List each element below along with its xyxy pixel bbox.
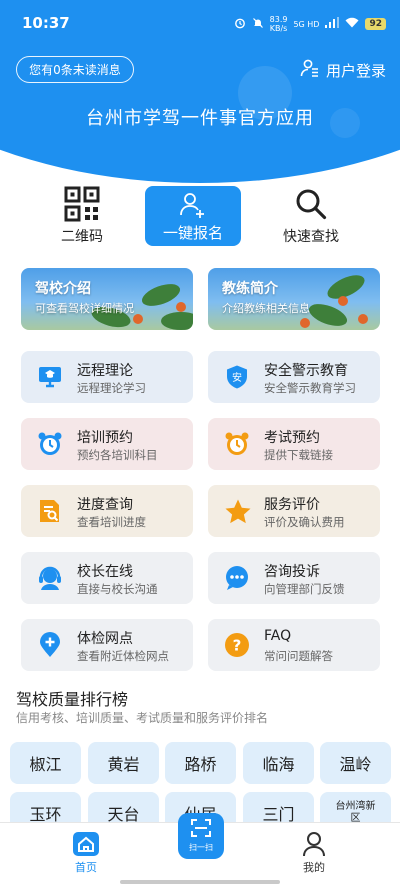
- banner-decoration: [338, 296, 348, 306]
- banner-decoration: [176, 302, 186, 312]
- coach-intro-banner[interactable]: 教练简介 介绍教练相关信息: [208, 268, 380, 330]
- banner-decoration: [161, 312, 193, 330]
- star-icon: [224, 498, 251, 524]
- search-icon: [261, 186, 361, 222]
- unread-messages-button[interactable]: 您有0条未读消息: [16, 56, 134, 83]
- card-subtitle: 直接与校长沟通: [77, 582, 158, 596]
- signal-label: 5G HD: [293, 19, 320, 29]
- card-subtitle: 远程理论学习: [77, 381, 146, 395]
- document-search-icon: [37, 498, 63, 524]
- question-badge: ?: [233, 637, 242, 655]
- home-indicator: [120, 880, 280, 884]
- qr-code-icon: [32, 186, 132, 222]
- banner-decoration: [133, 314, 143, 324]
- quick-search-label: 快速查找: [283, 229, 339, 245]
- user-login-icon: [300, 58, 320, 82]
- signal-icon: [325, 17, 340, 31]
- exam-booking-card[interactable]: 考试预约 提供下载链接: [208, 418, 380, 470]
- principal-online-card[interactable]: 校长在线 直接与校长沟通: [21, 552, 193, 604]
- complaint-card[interactable]: 咨询投诉 向管理部门反馈: [208, 552, 380, 604]
- bottom-nav: 首页 扫一扫 我的: [0, 813, 400, 889]
- ranking-title: 驾校质量排行榜: [16, 690, 129, 709]
- card-title: 进度查询: [77, 497, 133, 513]
- shield-badge: 安: [232, 371, 242, 384]
- add-user-icon: [145, 190, 241, 220]
- tab-me[interactable]: 我的: [274, 831, 354, 875]
- card-title: 远程理论: [77, 363, 133, 379]
- remote-theory-card[interactable]: 远程理论 远程理论学习: [21, 351, 193, 403]
- alarm-clock-icon: [224, 431, 250, 457]
- hero-header: 您有0条未读消息 用户登录 台州市学驾一件事官方应用: [0, 48, 400, 183]
- location-plus-icon: [37, 632, 63, 658]
- alarm-clock-icon: [37, 431, 63, 457]
- banner-decoration: [358, 314, 368, 324]
- user-icon: [274, 831, 354, 857]
- tab-me-label: 我的: [303, 861, 325, 874]
- scan-icon: [191, 819, 211, 841]
- card-title: 咨询投诉: [264, 564, 320, 580]
- region-button[interactable]: 温岭: [320, 742, 391, 784]
- home-icon: [46, 831, 126, 857]
- card-subtitle: 评价及确认费用: [264, 515, 345, 529]
- app-title: 台州市学驾一件事官方应用: [86, 108, 314, 129]
- quick-search-button[interactable]: 快速查找: [261, 186, 361, 250]
- card-title: FAQ: [264, 628, 292, 644]
- user-login-button[interactable]: 用户登录: [300, 58, 386, 82]
- qr-code-button[interactable]: 二维码: [32, 186, 132, 250]
- net-speed-unit: KB/s: [269, 24, 288, 33]
- chat-icon: [224, 565, 250, 591]
- quick-register-label: 一键报名: [162, 224, 223, 242]
- region-button[interactable]: 临海: [243, 742, 314, 784]
- training-booking-card[interactable]: 培训预约 预约各培训科目: [21, 418, 193, 470]
- mute-icon: [252, 17, 264, 32]
- medical-check-card[interactable]: 体检网点 查看附近体检网点: [21, 619, 193, 671]
- ranking-subtitle: 信用考核、培训质量、考试质量和服务评价排名: [16, 711, 269, 725]
- card-subtitle: 向管理部门反馈: [264, 582, 345, 596]
- card-subtitle: 提供下载链接: [264, 448, 333, 462]
- card-subtitle: 安全警示教育学习: [264, 381, 356, 395]
- net-speed: 83.9 KB/s: [270, 15, 288, 33]
- card-subtitle: 常问问题解答: [264, 649, 333, 663]
- progress-query-card[interactable]: 进度查询 查看培训进度: [21, 485, 193, 537]
- faq-card[interactable]: ? FAQ 常问问题解答: [208, 619, 380, 671]
- banner-subtitle: 可查看驾校详细情况: [35, 302, 134, 315]
- monitor-icon: [37, 364, 63, 390]
- scan-label: 扫一扫: [189, 843, 213, 852]
- region-button[interactable]: 椒江: [10, 742, 81, 784]
- banner-decoration: [300, 318, 310, 328]
- status-time: 10:37: [22, 14, 70, 32]
- card-subtitle: 预约各培训科目: [77, 448, 158, 462]
- card-title: 培训预约: [77, 430, 133, 446]
- card-subtitle: 查看培训进度: [77, 515, 146, 529]
- status-bar: 10:37 83.9 KB/s 5G HD 92: [0, 0, 400, 48]
- tab-home-label: 首页: [75, 861, 97, 874]
- banner-title: 驾校介绍: [35, 281, 91, 297]
- banner-title: 教练简介: [222, 281, 278, 297]
- safety-education-card[interactable]: 安 安全警示教育 安全警示教育学习: [208, 351, 380, 403]
- status-icons: 83.9 KB/s 5G HD 92: [234, 15, 386, 33]
- card-title: 安全警示教育: [264, 363, 348, 379]
- quick-register-button[interactable]: 一键报名: [145, 186, 241, 246]
- school-intro-banner[interactable]: 驾校介绍 可查看驾校详细情况: [21, 268, 193, 330]
- card-title: 校长在线: [77, 564, 133, 580]
- question-icon: ?: [224, 632, 250, 658]
- card-title: 考试预约: [264, 430, 320, 446]
- region-button[interactable]: 路桥: [165, 742, 236, 784]
- banner-subtitle: 介绍教练相关信息: [222, 302, 310, 315]
- card-title: 体检网点: [77, 631, 133, 647]
- headset-icon: [37, 565, 63, 591]
- service-rating-card[interactable]: 服务评价 评价及确认费用: [208, 485, 380, 537]
- net-speed-value: 83.9: [269, 15, 288, 24]
- card-title: 服务评价: [264, 497, 320, 513]
- alarm-icon: [234, 17, 246, 32]
- card-subtitle: 查看附近体检网点: [77, 649, 169, 663]
- shield-icon: 安: [224, 364, 250, 390]
- scan-button[interactable]: 扫一扫: [178, 813, 224, 859]
- tab-home[interactable]: 首页: [46, 831, 126, 875]
- region-button[interactable]: 黄岩: [88, 742, 159, 784]
- wifi-icon: [345, 17, 359, 31]
- qr-code-label: 二维码: [61, 229, 103, 245]
- battery-indicator: 92: [365, 18, 386, 30]
- user-login-label: 用户登录: [325, 61, 386, 80]
